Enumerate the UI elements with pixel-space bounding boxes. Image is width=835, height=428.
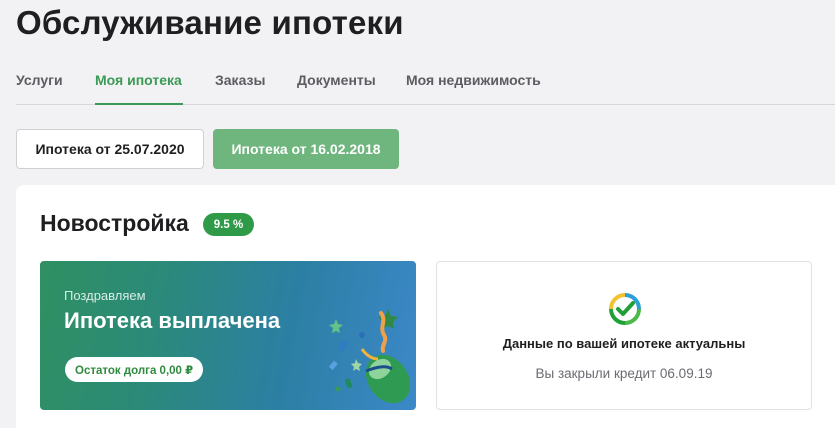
tab-services[interactable]: Услуги	[16, 72, 63, 88]
tab-my-property[interactable]: Моя недвижимость	[406, 72, 541, 88]
status-panel: Данные по вашей ипотеке актуальны Вы зак…	[436, 261, 812, 410]
mortgage-card: Новостройка 9.5 % Поздравляем Ипотека вы…	[16, 185, 835, 428]
paid-off-banner: Поздравляем Ипотека выплачена Остаток до…	[40, 261, 416, 410]
congrats-subtitle: Поздравляем	[64, 288, 146, 303]
page-title: Обслуживание ипотеки	[16, 4, 404, 41]
confetti-popper-icon	[328, 309, 411, 404]
tab-documents[interactable]: Документы	[297, 72, 376, 88]
active-tab-indicator	[95, 103, 183, 105]
mortgage-2018-button[interactable]: Ипотека от 16.02.2018	[213, 129, 399, 169]
paid-off-title: Ипотека выплачена	[64, 308, 281, 333]
mortgage-2020-button[interactable]: Ипотека от 25.07.2020	[16, 129, 204, 169]
tab-orders[interactable]: Заказы	[215, 72, 265, 88]
tab-bar: Услуги Моя ипотека Заказы Документы Моя …	[16, 64, 835, 105]
sber-check-icon	[609, 293, 641, 325]
rate-badge: 9.5 %	[203, 213, 254, 236]
status-closed-date: Вы закрыли кредит 06.09.19	[535, 366, 713, 381]
debt-remaining-pill: Остаток долга 0,00 ₽	[65, 357, 204, 382]
status-title: Данные по вашей ипотеке актуальны	[502, 336, 746, 351]
property-type-title: Новостройка	[40, 210, 189, 236]
tab-my-mortgage[interactable]: Моя ипотека	[95, 72, 182, 88]
